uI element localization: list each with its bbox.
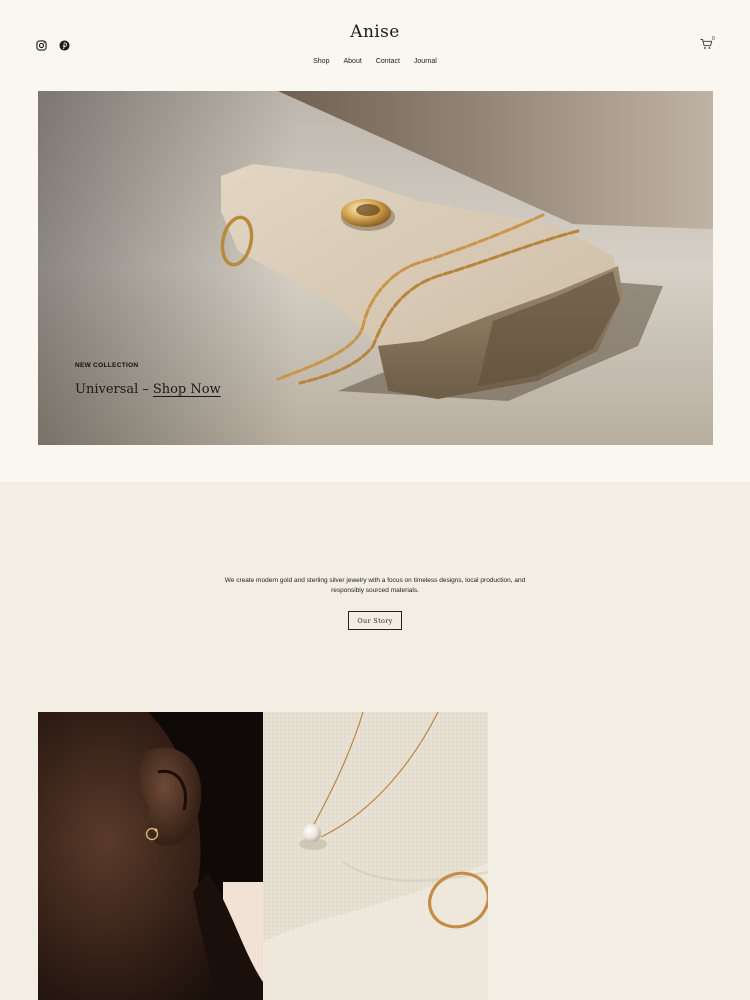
our-story-button[interactable]: Our Story (348, 611, 402, 630)
nav-item-journal[interactable]: Journal (414, 58, 437, 65)
hero-title-prefix: Universal (75, 382, 139, 397)
hero-eyebrow: NEW COLLECTION (75, 362, 139, 369)
hero-title: Universal – Shop Now (75, 382, 221, 397)
site-header: Anise Shop About Contact Journal 0 (0, 0, 750, 91)
about-text: We create modern gold and sterling silve… (224, 577, 526, 594)
main-nav: Shop About Contact Journal (0, 58, 750, 65)
nav-item-shop[interactable]: Shop (313, 58, 329, 65)
earring-image (38, 712, 263, 1000)
necklace-photo[interactable] (263, 712, 488, 1000)
nav-item-about[interactable]: About (343, 58, 361, 65)
cart-button[interactable]: 0 (700, 36, 716, 51)
hero-banner: NEW COLLECTION Universal – Shop Now (38, 91, 713, 445)
necklace-image (263, 712, 488, 1000)
hero-title-separator: – (142, 382, 149, 397)
earring-photo[interactable] (38, 712, 263, 1000)
brand-logo[interactable]: Anise (0, 22, 750, 42)
shop-now-link[interactable]: Shop Now (153, 382, 221, 397)
nav-item-contact[interactable]: Contact (376, 58, 400, 65)
cart-count: 0 (712, 36, 715, 42)
